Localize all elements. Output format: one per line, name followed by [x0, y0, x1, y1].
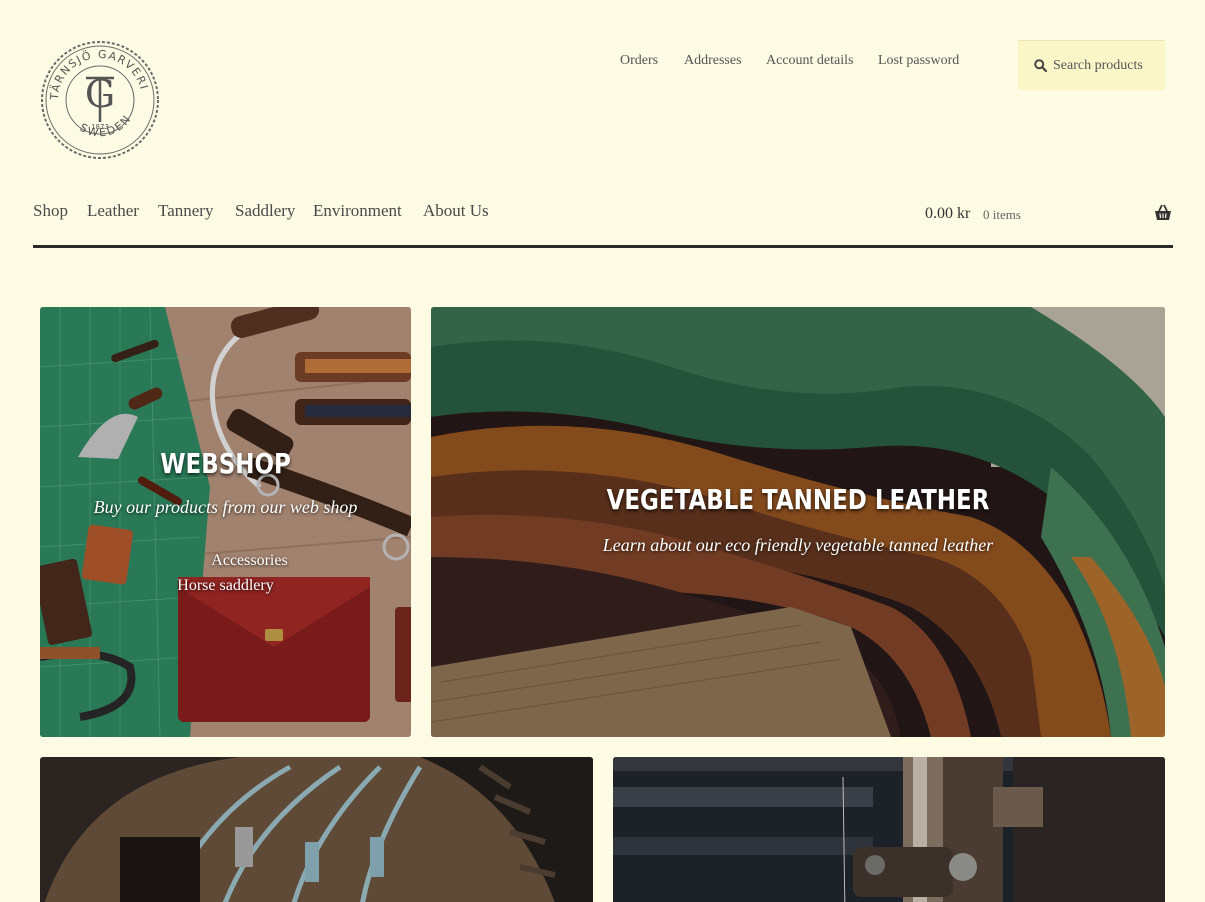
saddlery-image: [613, 757, 1165, 902]
cart-total[interactable]: 0.00 kr: [925, 205, 970, 223]
logo-year: 1873: [91, 123, 109, 131]
accessories-link[interactable]: Accessories: [64, 552, 411, 570]
nav-leather[interactable]: Leather: [87, 201, 139, 221]
tannery-image: [40, 757, 593, 902]
nav-shop[interactable]: Shop: [33, 201, 68, 221]
account-details-link[interactable]: Account details: [766, 53, 853, 69]
tannery-tile[interactable]: [40, 757, 593, 902]
addresses-link[interactable]: Addresses: [684, 53, 742, 69]
cart-count[interactable]: 0 items: [983, 207, 1021, 223]
nav-about-us[interactable]: About Us: [423, 201, 489, 221]
nav-saddlery[interactable]: Saddlery: [235, 201, 295, 221]
leather-subtitle: Learn about our eco friendly vegetable t…: [602, 535, 994, 555]
leather-title: VEGETABLE TANNED LEATHER: [606, 483, 990, 516]
nav-tannery[interactable]: Tannery: [158, 201, 213, 221]
tarnsjo-logo[interactable]: TÄRNSJÖ GARVERI A.B. SWEDEN G 1873: [40, 40, 160, 160]
leather-image: [431, 307, 1165, 737]
webshop-title: WEBSHOP: [160, 447, 291, 480]
webshop-image: [40, 307, 411, 737]
nav-divider: [33, 245, 1173, 248]
lost-password-link[interactable]: Lost password: [878, 53, 959, 69]
nav-environment[interactable]: Environment: [313, 201, 402, 221]
orders-link[interactable]: Orders: [620, 53, 658, 69]
webshop-subtitle: Buy our products from our web shop: [93, 497, 358, 517]
webshop-tile[interactable]: WEBSHOP Buy our products from our web sh…: [40, 307, 411, 737]
saddlery-tile[interactable]: [613, 757, 1165, 902]
basket-icon[interactable]: [1153, 204, 1173, 222]
horse-saddlery-link[interactable]: Horse saddlery: [40, 577, 411, 595]
vegetable-leather-tile[interactable]: VEGETABLE TANNED LEATHER Learn about our…: [431, 307, 1165, 737]
search-input[interactable]: Search products: [1018, 40, 1165, 90]
search-icon: [1034, 59, 1047, 72]
search-placeholder: Search products: [1053, 57, 1143, 73]
